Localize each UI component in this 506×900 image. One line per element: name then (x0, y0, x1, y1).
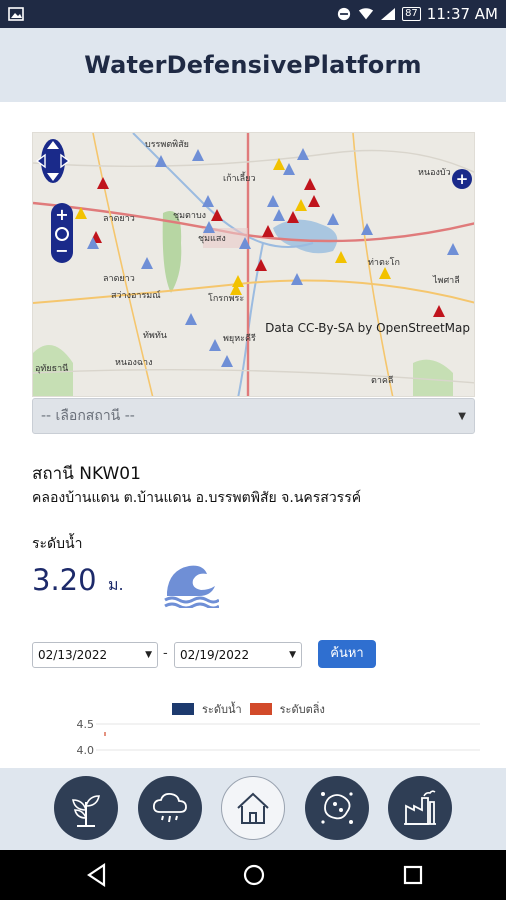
station-marker[interactable] (262, 225, 274, 237)
chevron-down-icon: ▼ (289, 650, 296, 660)
station-marker[interactable] (447, 243, 459, 255)
station-marker[interactable] (433, 305, 445, 317)
station-marker[interactable] (97, 177, 109, 189)
station-select-value: -- เลือกสถานี -- (41, 408, 135, 424)
station-name: สถานี NKW01 (32, 464, 141, 484)
do-not-disturb-icon (337, 7, 351, 21)
water-level-chart: ระดับน้ำ ระดับตลิ่ง 4.5 4.0 (60, 692, 480, 768)
map-pan-control[interactable] (33, 133, 73, 189)
map-canvas[interactable]: บรรพตพิสัย เก้าเลี้ยว หนองบัว ลาดยาว ชุม… (33, 133, 475, 397)
battery-level: 87 (402, 7, 421, 21)
nav-plant-button[interactable] (54, 776, 118, 840)
place-label: สว่างอารมณ์ (111, 289, 161, 301)
bottom-nav (0, 768, 506, 850)
app-root: 87 11:37 AM WaterDefensivePlatform บรรพต… (0, 0, 506, 900)
place-label: ชุมแสง (198, 234, 226, 244)
signal-icon (381, 8, 396, 20)
map-zoom-control: + − (51, 203, 73, 263)
station-marker[interactable] (141, 257, 153, 269)
water-level-unit: ม. (108, 575, 124, 594)
place-label: ท่าตะโก (368, 257, 400, 268)
nav-home-button[interactable] (221, 776, 285, 840)
nav-virus-button[interactable] (305, 776, 369, 840)
station-marker[interactable] (221, 355, 233, 367)
app-header: WaterDefensivePlatform (0, 28, 506, 102)
water-level-value: 3.20 (32, 563, 97, 597)
highway (33, 201, 474, 243)
station-marker[interactable] (211, 209, 223, 221)
date-from-select[interactable]: 02/13/2022 ▼ (32, 642, 158, 668)
date-separator: - (163, 646, 168, 661)
place-label: ลาดยาว (103, 274, 135, 284)
zoom-in-button[interactable]: + (51, 205, 73, 225)
place-label: ทัพทัน (143, 331, 167, 341)
place-label: พยุหะคีรี (223, 333, 256, 344)
home-icon (237, 792, 269, 824)
station-marker[interactable] (379, 267, 391, 279)
factory-icon (404, 790, 436, 825)
wave-icon (164, 565, 219, 608)
back-icon[interactable] (84, 862, 110, 888)
chevron-down-icon: ▼ (458, 410, 466, 422)
station-marker[interactable] (287, 211, 299, 223)
zoom-reset-icon[interactable] (55, 227, 69, 241)
virus-icon (321, 792, 353, 824)
place-label: เก้าเลี้ยว (223, 171, 256, 184)
road (33, 368, 474, 384)
place-label: อุทัยธานี (35, 363, 68, 374)
date-to-value: 02/19/2022 (180, 648, 250, 662)
place-label: ลาดยาว (103, 214, 135, 224)
station-marker[interactable] (291, 273, 303, 285)
place-label: ไพศาลี (432, 275, 460, 286)
station-marker[interactable] (185, 313, 197, 325)
station-marker[interactable] (297, 148, 309, 160)
station-select[interactable]: -- เลือกสถานี -- ▼ (32, 398, 475, 434)
plant-icon (72, 795, 100, 827)
station-marker[interactable] (327, 213, 339, 225)
pan-left-icon (35, 153, 46, 169)
station-marker[interactable] (295, 199, 307, 211)
station-marker[interactable] (202, 195, 214, 207)
place-label: ตาคลี (371, 375, 393, 386)
station-marker[interactable] (192, 149, 204, 161)
nav-factory-button[interactable] (388, 776, 452, 840)
date-to-select[interactable]: 02/19/2022 ▼ (174, 642, 302, 668)
station-location: คลองบ้านแดน ต.บ้านแดน อ.บรรพตพิสัย จ.นคร… (32, 490, 362, 506)
place-label: บรรพตพิสัย (145, 139, 189, 150)
nav-rain-button[interactable] (138, 776, 202, 840)
chart-canvas: 4.5 4.0 (77, 718, 480, 757)
station-marker[interactable] (308, 195, 320, 207)
water-level-label: ระดับน้ำ (32, 536, 83, 552)
app-title: WaterDefensivePlatform (84, 51, 422, 79)
y-tick-label: 4.5 (77, 718, 95, 731)
system-navigation-bar (0, 850, 506, 900)
station-marker[interactable] (209, 339, 221, 351)
y-tick-label: 4.0 (77, 744, 95, 757)
station-marker[interactable] (267, 195, 279, 207)
gallery-notification-icon (8, 7, 24, 21)
map-attribution: Data CC-By-SA by OpenStreetMap (265, 321, 470, 335)
layer-switcher-button[interactable]: + (452, 169, 472, 189)
chevron-down-icon: ▼ (145, 650, 152, 660)
place-label: ชุมตาบง (173, 211, 206, 221)
pan-right-icon (60, 153, 71, 169)
clock: 11:37 AM (426, 5, 498, 23)
search-button[interactable]: ค้นหา (318, 640, 376, 668)
place-label: หนองบัว (418, 168, 451, 178)
station-marker[interactable] (283, 163, 295, 175)
zoom-out-button[interactable]: − (51, 241, 73, 261)
station-map[interactable]: บรรพตพิสัย เก้าเลี้ยว หนองบัว ลาดยาว ชุม… (32, 132, 475, 397)
place-label: หนองฉาง (115, 358, 152, 368)
station-marker[interactable] (255, 259, 267, 271)
wifi-icon (358, 8, 374, 20)
status-bar: 87 11:37 AM (0, 0, 506, 28)
home-circle-icon[interactable] (241, 862, 267, 888)
recents-icon[interactable] (400, 862, 426, 888)
rain-cloud-icon (152, 792, 187, 823)
station-marker[interactable] (232, 275, 244, 287)
station-marker[interactable] (304, 178, 316, 190)
date-from-value: 02/13/2022 (38, 648, 108, 662)
station-marker[interactable] (273, 209, 285, 221)
